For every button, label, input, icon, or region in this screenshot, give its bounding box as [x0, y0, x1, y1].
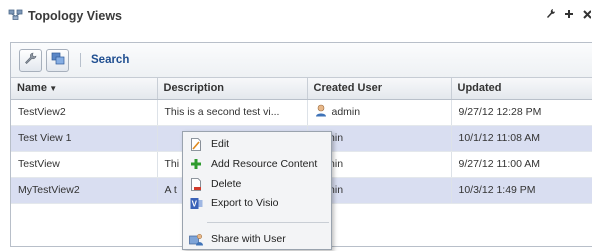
- menu-item-add-resource-content[interactable]: Add Resource Content: [183, 156, 331, 172]
- table-header-row: Name ▼ Description Created User Updated: [11, 78, 592, 100]
- column-header-description[interactable]: Description: [157, 78, 308, 100]
- column-header-updated[interactable]: Updated: [451, 78, 592, 100]
- context-menu: Edit Add Resource Content Delete V Expor…: [182, 131, 332, 250]
- header: Topology Views: [0, 0, 592, 34]
- menu-item-share-with-user[interactable]: Share with User: [183, 231, 331, 247]
- sort-desc-icon: ▼: [46, 84, 58, 94]
- cell-created-user: admin: [307, 99, 452, 126]
- plus-icon[interactable]: [564, 8, 574, 22]
- cell-description: This is a second test vi...: [157, 99, 308, 126]
- column-header-label: Updated: [457, 82, 502, 95]
- cell-name: TestView2: [11, 99, 158, 126]
- delete-icon: [186, 177, 206, 191]
- header-title-group: Topology Views: [8, 9, 122, 23]
- toolbar-divider: [80, 53, 81, 67]
- menu-item-delete[interactable]: Delete: [183, 176, 331, 192]
- cell-name: Test View 1: [11, 125, 158, 152]
- toolbar: Search: [11, 43, 592, 78]
- copy-view-button[interactable]: [46, 48, 69, 72]
- settings-button[interactable]: [19, 48, 42, 72]
- topology-icon: [8, 9, 23, 23]
- wrench-icon[interactable]: [546, 8, 556, 22]
- share-icon: [186, 233, 206, 246]
- menu-item-label: Export to Visio: [211, 197, 279, 209]
- column-header-label: Description: [163, 82, 225, 95]
- wrench-icon: [24, 52, 37, 68]
- page-title: Topology Views: [28, 9, 122, 23]
- menu-item-label: Delete: [211, 178, 242, 190]
- cell-updated: 10/3/12 1:49 PM: [451, 177, 592, 204]
- cell-name: MyTestView2: [11, 177, 158, 204]
- menu-item-edit[interactable]: Edit: [183, 136, 331, 152]
- column-header-label: Name: [17, 82, 47, 95]
- column-header-name[interactable]: Name ▼: [11, 78, 158, 100]
- add-icon: [186, 158, 206, 170]
- menu-item-label: Edit: [211, 138, 230, 150]
- user-icon: [315, 104, 327, 120]
- close-icon[interactable]: [582, 8, 592, 22]
- column-header-label: Created User: [313, 82, 382, 95]
- menu-item-label: Share with User: [211, 233, 286, 245]
- cell-updated: 10/1/12 11:08 AM: [451, 125, 592, 152]
- edit-icon: [186, 137, 206, 151]
- cell-updated: 9/27/12 12:28 PM: [451, 99, 592, 126]
- visio-icon: V: [186, 197, 206, 210]
- views-icon: [51, 52, 65, 68]
- created-user-label: admin: [331, 106, 361, 118]
- search-link[interactable]: Search: [91, 54, 129, 66]
- header-actions: [546, 8, 592, 22]
- cell-name: TestView: [11, 151, 158, 178]
- column-header-created-user[interactable]: Created User: [307, 78, 452, 100]
- svg-text:V: V: [191, 199, 197, 208]
- menu-item-label: Add Resource Content: [211, 158, 318, 170]
- menu-separator: [207, 222, 329, 223]
- cell-updated: 9/27/12 11:00 AM: [451, 151, 592, 178]
- table-row[interactable]: TestView2 This is a second test vi... ad…: [11, 99, 592, 126]
- menu-item-export-to-visio[interactable]: V Export to Visio: [183, 195, 331, 211]
